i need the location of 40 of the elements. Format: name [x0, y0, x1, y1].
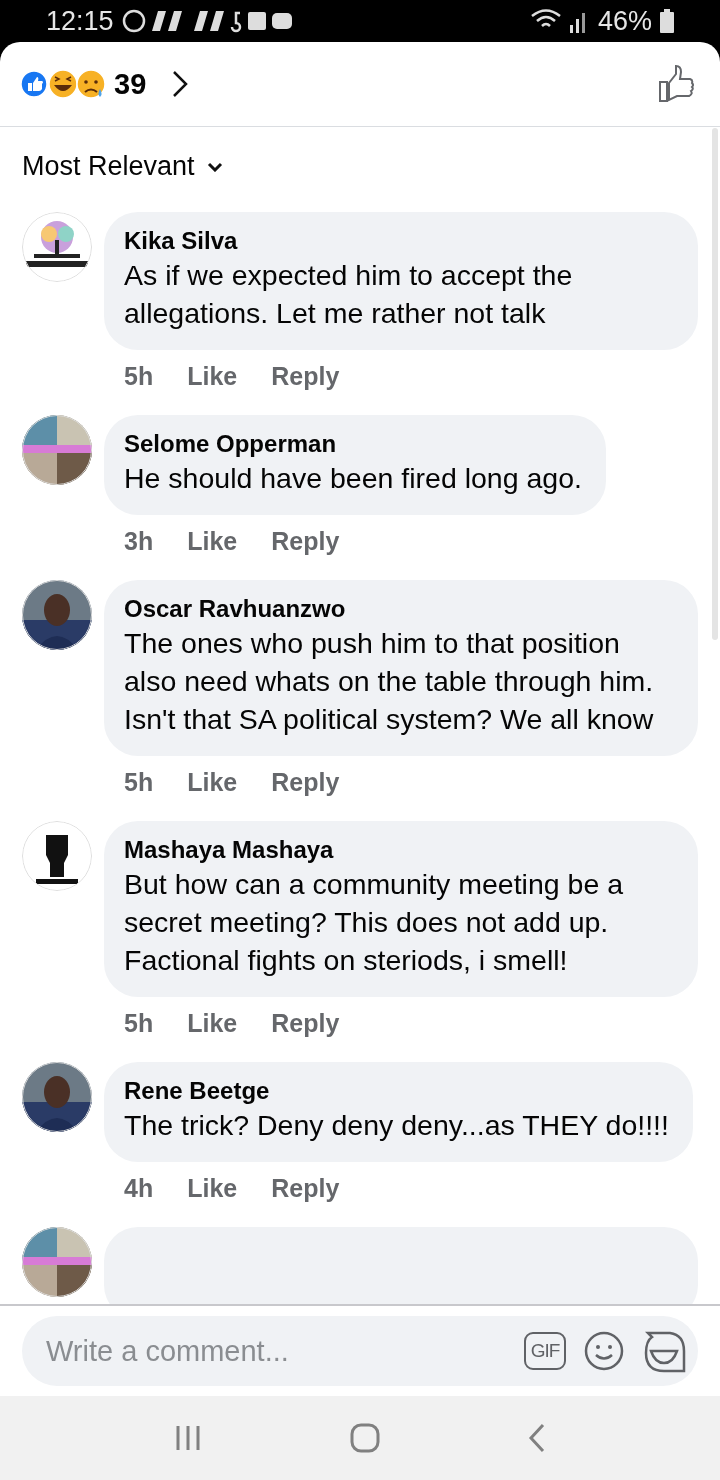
- comment-time: 5h: [124, 362, 154, 391]
- reply-link[interactable]: Reply: [271, 1009, 340, 1038]
- thumbs-up-icon[interactable]: [658, 65, 694, 103]
- comment-text: He should have been fired long ago.: [124, 461, 582, 496]
- gif-button[interactable]: GIF: [524, 1332, 566, 1370]
- sort-dropdown[interactable]: Most Relevant: [22, 151, 223, 182]
- comment-author[interactable]: Rene Beetge: [124, 1076, 669, 1106]
- emoji-icon[interactable]: [584, 1331, 624, 1371]
- clock-time: 12:15: [46, 5, 114, 37]
- comment-time: 5h: [124, 768, 154, 797]
- comment-input[interactable]: Write a comment... GIF: [22, 1316, 698, 1386]
- comment-text: But how can a community meeting be a secret meeting? This does not add up. Factional fights on steriods, i smell!: [124, 867, 624, 978]
- like-link[interactable]: Like: [187, 768, 238, 797]
- like-link[interactable]: Like: [187, 1009, 238, 1038]
- comment-time: 4h: [124, 1174, 154, 1203]
- chevron-down-icon: [206, 161, 223, 172]
- like-link[interactable]: Like: [187, 527, 238, 556]
- comment-text: The trick? Deny deny deny...as THEY do!!!!: [124, 1108, 669, 1143]
- comment-time: 5h: [124, 1009, 154, 1038]
- back-button[interactable]: [528, 1423, 546, 1453]
- like-link[interactable]: Like: [187, 362, 238, 391]
- battery-icon: [660, 9, 674, 33]
- home-button[interactable]: [350, 1423, 380, 1453]
- comment-time: 3h: [124, 527, 154, 556]
- like-link[interactable]: Like: [187, 1174, 238, 1203]
- comment-author[interactable]: Oscar Ravhuanzwo: [124, 594, 674, 624]
- battery-percent: 46%: [597, 5, 652, 37]
- reply-link[interactable]: Reply: [271, 362, 340, 391]
- reply-link[interactable]: Reply: [271, 768, 340, 797]
- comment-author[interactable]: Kika Silva: [124, 226, 674, 256]
- comment-author[interactable]: Mashaya Mashaya: [124, 835, 674, 865]
- comment-text: The ones who push him to that position also need whats on the table through him. Isn't that SA political system? We all know: [124, 626, 655, 737]
- comment-author[interactable]: Selome Opperman: [124, 429, 582, 459]
- comment-text: As if we expected him to accept the allegations. Let me rather not talk: [124, 258, 574, 331]
- reply-link[interactable]: Reply: [271, 527, 340, 556]
- recent-apps-button[interactable]: [174, 1424, 202, 1452]
- chevron-right-icon[interactable]: [172, 70, 189, 98]
- reply-link[interactable]: Reply: [271, 1174, 340, 1203]
- reaction-count[interactable]: 39: [114, 67, 147, 101]
- sticker-icon[interactable]: [642, 1329, 686, 1373]
